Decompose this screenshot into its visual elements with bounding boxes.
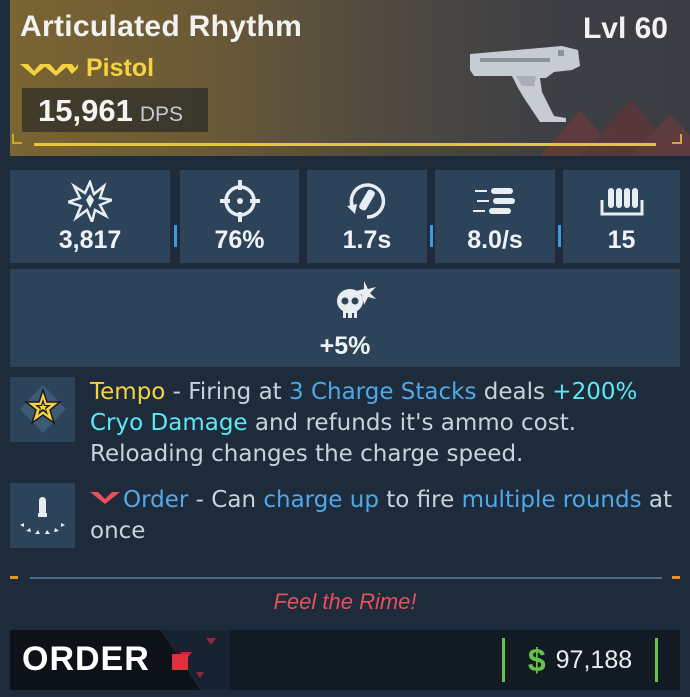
corner-mark-left (12, 134, 22, 144)
stat-accuracy: 76% (180, 170, 299, 263)
perk-tempo-description: Tempo - Firing at 3 Charge Stacks deals … (90, 377, 675, 470)
item-header: Articulated Rhythm Lvl 60 Pistol 15,961 … (0, 0, 690, 162)
stat-value: 76% (214, 226, 265, 254)
item-type-row: Pistol (20, 54, 154, 83)
stat-separator (430, 225, 433, 247)
perk-order-description: Order - Can charge up to fire multiple r… (90, 485, 675, 547)
stat-value: 15 (607, 226, 636, 254)
manufacturer-logo: ORDER (10, 630, 230, 690)
item-price: 97,188 (555, 645, 633, 674)
dps-box: 15,961 DPS (22, 88, 208, 132)
header-underline (34, 143, 656, 146)
perk-tempo-icon-box (10, 377, 75, 442)
perk-text-part: - Can (188, 487, 264, 513)
stat-magazine: 15 (563, 170, 680, 263)
divider-dot (672, 576, 680, 579)
perk-keyword: 3 Charge Stacks (289, 379, 477, 405)
item-type: Pistol (86, 54, 155, 82)
stat-fire-rate: 8.0/s (435, 170, 555, 263)
stat-value: 1.7s (342, 226, 392, 254)
perk-keyword: multiple rounds (461, 487, 642, 513)
perk-order-icon-box (10, 483, 75, 548)
manufacturer-name: ORDER (22, 640, 150, 678)
reload-icon (347, 183, 386, 219)
bullet-spread-icon (20, 497, 65, 534)
divider (30, 577, 662, 579)
currency-icon: $ (527, 641, 546, 678)
dps-value: 15,961 (38, 93, 133, 128)
stat-value: 8.0/s (467, 226, 523, 254)
stat-reload: 1.7s (307, 170, 427, 263)
star-badge-icon (20, 385, 66, 433)
perk-text-part: - Firing at (165, 379, 289, 405)
divider-dot (10, 576, 18, 579)
damage-burst-icon (68, 180, 112, 222)
flavor-text: Feel the Rime! (273, 589, 417, 614)
price-box: $ 97,188 (502, 638, 658, 682)
dps-unit: DPS (139, 103, 184, 126)
order-chevron-icon (90, 492, 120, 504)
stat-separator (174, 225, 177, 247)
item-level: Lvl 60 (582, 12, 668, 45)
perk-name: Order (123, 487, 189, 513)
magazine-icon (600, 188, 643, 216)
perk-text-part: deals (476, 379, 553, 405)
perk-keyword: charge up (263, 487, 379, 513)
perk-text-part: to fire (378, 487, 462, 513)
stat-damage: 3,817 (10, 170, 170, 263)
crit-skull-icon (337, 281, 376, 318)
pistol-icon (470, 46, 580, 122)
perk-keyword: +200% (552, 379, 638, 405)
stat-value: 3,817 (58, 226, 122, 254)
corner-mark-right (672, 134, 682, 144)
rarity-chevrons-icon (20, 63, 78, 76)
fire-rate-icon (473, 188, 515, 214)
item-footer: ORDER $ 97,188 (10, 630, 680, 690)
crosshair-icon (219, 180, 260, 222)
perk-name: Tempo (90, 379, 166, 405)
item-card: Articulated Rhythm Lvl 60 Pistol 15,961 … (0, 0, 690, 697)
stat-crit: +5% (10, 269, 680, 367)
stat-value: +5% (319, 332, 371, 360)
stat-separator (558, 225, 561, 247)
item-name: Articulated Rhythm (20, 10, 303, 43)
perk-keyword: Cryo Damage (90, 410, 248, 436)
